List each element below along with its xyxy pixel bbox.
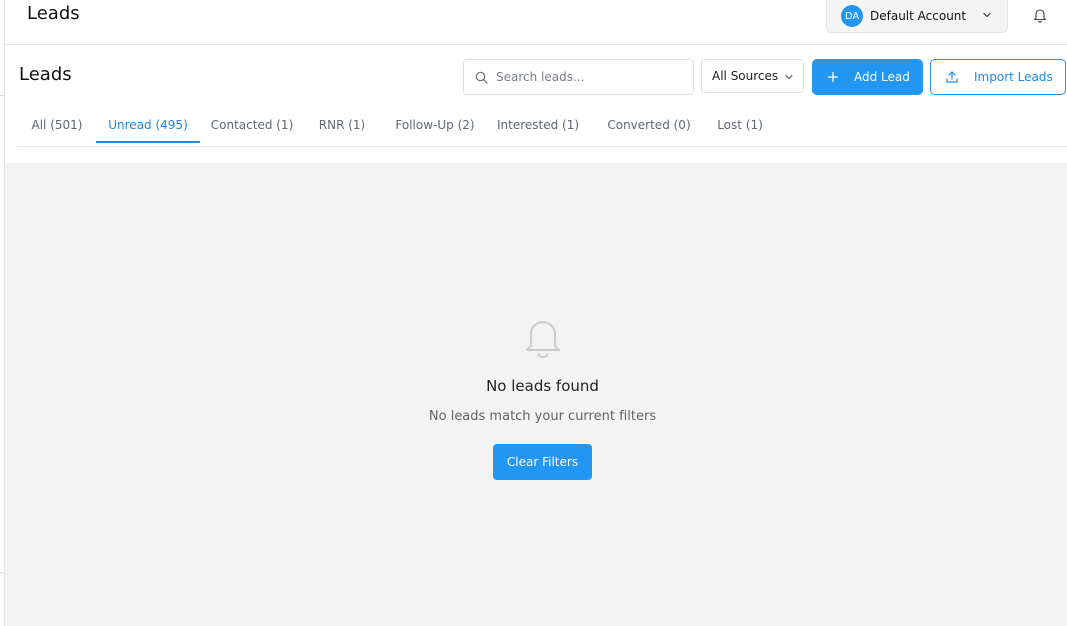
tab-lost[interactable]: Lost (1) [711, 108, 769, 143]
search-icon [475, 71, 488, 84]
tab-rnr[interactable]: RNR (1) [313, 108, 371, 143]
status-tabs: All (501) Unread (495) Contacted (1) RNR… [17, 108, 1067, 147]
search-box[interactable] [463, 59, 694, 95]
tab-unread[interactable]: Unread (495) [96, 108, 200, 143]
import-leads-label: Import Leads [974, 70, 1053, 84]
tab-interested[interactable]: Interested (1) [492, 108, 584, 143]
source-filter-select[interactable]: All Sources [701, 59, 804, 93]
bell-icon [526, 321, 560, 359]
clear-filters-button[interactable]: Clear Filters [493, 444, 592, 480]
account-name: Default Account [870, 9, 967, 23]
search-input[interactable] [496, 70, 686, 84]
empty-state-title: No leads found [486, 377, 599, 395]
chevron-down-icon [785, 74, 793, 80]
plus-icon [827, 71, 839, 83]
tab-follow-up[interactable]: Follow-Up (2) [387, 108, 483, 143]
import-leads-button[interactable]: Import Leads [930, 59, 1066, 95]
source-filter-value: All Sources [712, 69, 779, 83]
add-lead-button[interactable]: Add Lead [812, 59, 923, 95]
tab-all[interactable]: All (501) [23, 108, 91, 143]
tab-contacted[interactable]: Contacted (1) [205, 108, 299, 143]
tab-converted[interactable]: Converted (0) [601, 108, 697, 143]
leads-content: No leads found No leads match your curre… [5, 163, 1067, 626]
account-switcher[interactable]: DA Default Account [826, 0, 1008, 33]
notifications-bell-icon[interactable] [1033, 7, 1047, 23]
add-lead-label: Add Lead [854, 70, 910, 84]
upload-icon [946, 71, 958, 83]
empty-state-subtitle: No leads match your current filters [428, 409, 657, 424]
avatar: DA [841, 5, 863, 27]
top-bar: Leads DA Default Account [5, 0, 1067, 45]
topbar-title: Leads [27, 3, 80, 24]
page-title: Leads [19, 64, 72, 85]
leads-header: Leads All Sources Add Lead Import Leads … [5, 46, 1067, 162]
chevron-down-icon [983, 12, 991, 18]
